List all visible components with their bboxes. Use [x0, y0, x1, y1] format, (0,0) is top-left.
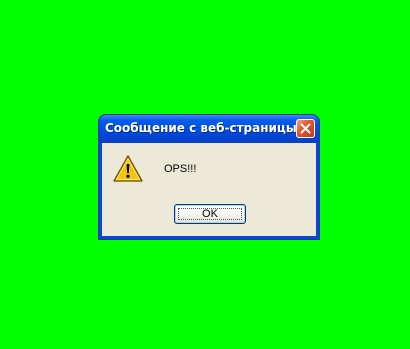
dialog-titlebar[interactable]: Сообщение с веб-страницы	[99, 115, 319, 143]
page-background: Сообщение с веб-страницы OPS!!! OK	[0, 0, 410, 349]
close-icon	[300, 123, 311, 134]
ok-button-label: OK	[202, 208, 218, 220]
warning-icon	[113, 155, 143, 182]
dialog-body: OPS!!! OK	[102, 143, 316, 236]
dialog-title: Сообщение с веб-страницы	[105, 121, 297, 135]
ok-button[interactable]: OK	[174, 204, 246, 224]
close-button[interactable]	[296, 119, 315, 138]
alert-dialog: Сообщение с веб-страницы OPS!!! OK	[99, 115, 319, 239]
dialog-message: OPS!!!	[164, 163, 197, 175]
